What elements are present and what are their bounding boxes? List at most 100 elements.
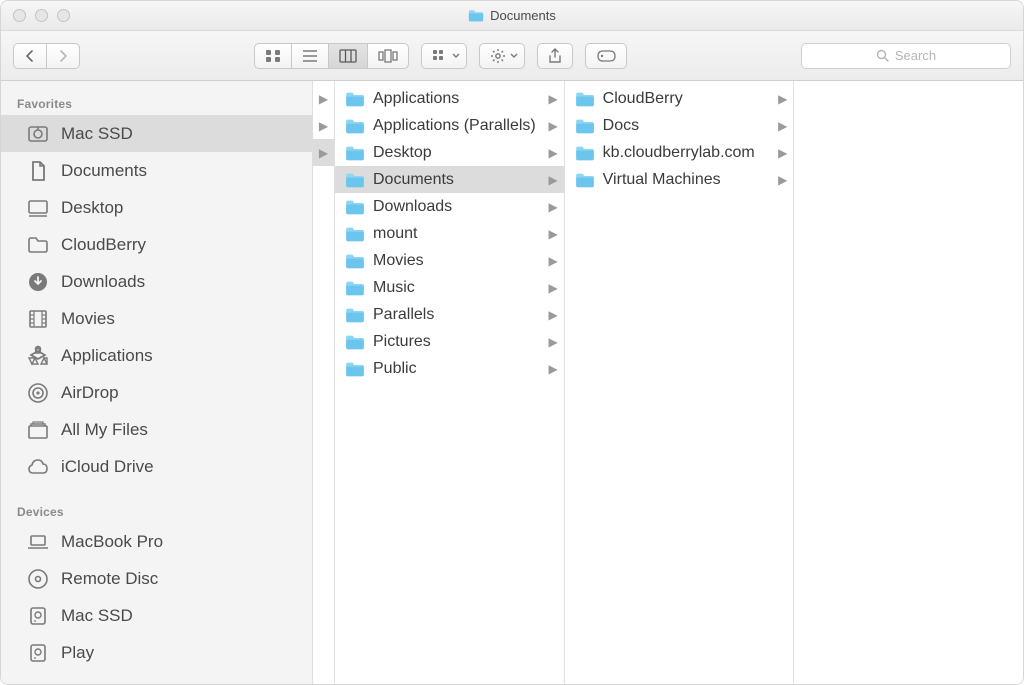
close-window-button[interactable] [13, 9, 26, 22]
search-field[interactable]: Search [801, 43, 1011, 69]
tag-icon [596, 49, 616, 63]
back-button[interactable] [13, 43, 47, 69]
sidebar-item[interactable]: Documents [1, 152, 312, 189]
column-row[interactable]: kb.cloudberrylab.com▶ [565, 139, 794, 166]
zoom-window-button[interactable] [57, 9, 70, 22]
folder-icon [575, 91, 595, 107]
sidebar-item-label: Mac SSD [61, 124, 133, 144]
sidebar-item-label: All My Files [61, 420, 148, 440]
folder-icon [345, 307, 365, 323]
list-view-button[interactable] [292, 43, 329, 69]
chevron-right-icon: ▶ [778, 173, 787, 187]
nav-buttons [13, 43, 80, 69]
sidebar-item[interactable]: Remote Disc [1, 560, 312, 597]
column-row[interactable]: Applications▶ [335, 85, 564, 112]
gear-icon [490, 48, 506, 64]
folder-icon [345, 118, 365, 134]
arrange-button[interactable] [421, 43, 467, 69]
column-row-label: Virtual Machines [603, 171, 770, 189]
sidebar-item-label: MacBook Pro [61, 532, 163, 552]
view-mode-buttons [254, 43, 409, 69]
column-row[interactable]: Downloads▶ [335, 193, 564, 220]
column-0: Applications▶Applications (Parallels)▶De… [335, 81, 565, 684]
sidebar-item-label: CloudBerry [61, 235, 146, 255]
laptop-icon [25, 529, 51, 555]
column-row[interactable]: Applications (Parallels)▶ [335, 112, 564, 139]
column-row[interactable]: mount▶ [335, 220, 564, 247]
column-row[interactable]: Docs▶ [565, 112, 794, 139]
sidebar-item[interactable]: iCloud Drive [1, 448, 312, 485]
folder-icon [345, 145, 365, 161]
toolbar: Search [1, 31, 1023, 81]
column-row-label: Public [373, 360, 540, 378]
apps-icon [25, 343, 51, 369]
tags-button[interactable] [585, 43, 627, 69]
minimize-window-button[interactable] [35, 9, 48, 22]
folder-icon [468, 9, 484, 22]
forward-button[interactable] [47, 43, 80, 69]
chevron-right-icon: ▶ [548, 362, 557, 376]
column-row-label: CloudBerry [603, 90, 770, 108]
window-title-text: Documents [490, 8, 556, 23]
chevron-right-icon: ▶ [548, 281, 557, 295]
chevron-right-icon: ▶ [548, 254, 557, 268]
sidebar-item[interactable]: Mac SSD [1, 115, 312, 152]
column-row[interactable]: Documents▶ [335, 166, 564, 193]
sidebar-item[interactable]: Movies [1, 300, 312, 337]
sidebar-item[interactable]: Mac SSD [1, 597, 312, 634]
sidebar-item[interactable]: Play [1, 634, 312, 671]
window-body: FavoritesMac SSDDocumentsDesktopCloudBer… [1, 81, 1023, 684]
column-row[interactable]: Desktop▶ [335, 139, 564, 166]
column-row[interactable]: Public ▶ [335, 355, 564, 382]
column-row[interactable]: CloudBerry ▶ [565, 85, 794, 112]
column-view-button[interactable] [329, 43, 368, 69]
sidebar-item[interactable]: All My Files [1, 411, 312, 448]
parent-column-arrow[interactable]: ▶ [313, 112, 334, 139]
column-row-label: Desktop [373, 144, 540, 162]
sidebar-item[interactable]: CloudBerry [1, 226, 312, 263]
hdd-icon [25, 640, 51, 666]
folder-icon [345, 361, 365, 377]
airdrop-icon [25, 380, 51, 406]
column-row[interactable]: Music ▶ [335, 274, 564, 301]
parent-column-arrow[interactable]: ▶ [313, 85, 334, 112]
folder-icon [345, 226, 365, 242]
folder-icon [345, 172, 365, 188]
search-placeholder: Search [895, 48, 936, 63]
parent-column-arrow[interactable]: ▶ [313, 139, 334, 166]
folder-icon [345, 334, 365, 350]
sidebar-item-label: AirDrop [61, 383, 119, 403]
action-group [479, 43, 525, 69]
icon-view-button[interactable] [254, 43, 292, 69]
column-row[interactable]: Pictures▶ [335, 328, 564, 355]
sidebar-item-label: Remote Disc [61, 569, 158, 589]
column-row-label: Applications [373, 90, 540, 108]
sidebar-item[interactable]: Downloads [1, 263, 312, 300]
chevron-right-icon: ▶ [778, 92, 787, 106]
sidebar: FavoritesMac SSDDocumentsDesktopCloudBer… [1, 81, 313, 684]
sidebar-item[interactable]: AirDrop [1, 374, 312, 411]
sidebar-item-label: Mac SSD [61, 606, 133, 626]
sidebar-item-label: Movies [61, 309, 115, 329]
column-row-label: kb.cloudberrylab.com [603, 144, 770, 162]
action-button[interactable] [479, 43, 525, 69]
folder-icon [575, 145, 595, 161]
sidebar-item[interactable]: MacBook Pro [1, 523, 312, 560]
share-button[interactable] [537, 43, 573, 69]
column-empty [794, 81, 1023, 684]
column-row[interactable]: Movies▶ [335, 247, 564, 274]
disc-icon [25, 566, 51, 592]
coverflow-view-button[interactable] [368, 43, 409, 69]
column-row[interactable]: Parallels▶ [335, 301, 564, 328]
sidebar-item[interactable]: Applications [1, 337, 312, 374]
column-row-label: Parallels [373, 306, 540, 324]
column-row[interactable]: Virtual Machines ▶ [565, 166, 794, 193]
disk-icon [25, 121, 51, 147]
column-row-label: Downloads [373, 198, 540, 216]
sidebar-item-label: Desktop [61, 198, 123, 218]
column-row-label: Music [373, 279, 540, 297]
sidebar-item-label: Applications [61, 346, 153, 366]
column-1: CloudBerry▶Docs▶kb.cloudberrylab.com▶Vir… [565, 81, 795, 684]
sidebar-item[interactable]: Desktop [1, 189, 312, 226]
folder-icon [345, 199, 365, 215]
